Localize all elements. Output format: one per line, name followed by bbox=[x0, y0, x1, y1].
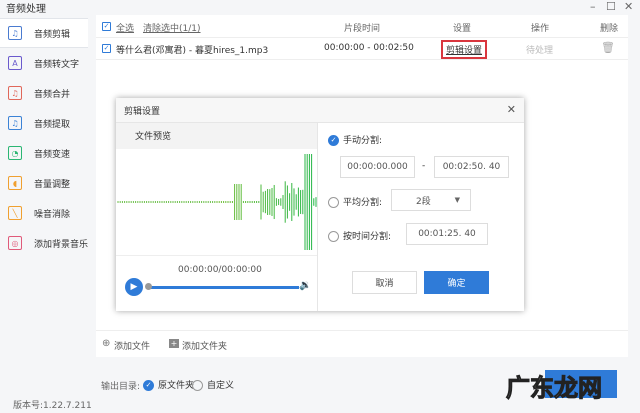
folder-plus-icon: + bbox=[169, 339, 179, 348]
player-controls: 00:00:00/00:00:00 ▶ 🔉 bbox=[116, 255, 317, 311]
segment-time: 00:00:00 - 00:02:50 bbox=[324, 43, 414, 53]
average-split-option[interactable]: 平均分割: bbox=[328, 195, 382, 208]
maximize-button[interactable]: ☐ bbox=[606, 0, 616, 13]
clip-settings-link[interactable]: 剪辑设置 bbox=[441, 40, 487, 59]
sidebar-icon: ♫ bbox=[8, 26, 22, 40]
sidebar-item-label: 音频转文字 bbox=[34, 57, 79, 70]
sidebar-item-label: 音频变速 bbox=[34, 147, 70, 160]
sidebar-item-3[interactable]: ♫ 音频提取 bbox=[0, 108, 88, 138]
sidebar-icon: ◔ bbox=[8, 146, 22, 160]
option-label: 平均分割: bbox=[343, 198, 382, 208]
file-name: 等什么君(邓寓君) - 暮夏hires_1.mp3 bbox=[116, 43, 268, 56]
preview-pane: 文件预览 00:00:00/00:00:00 ▶ 🔉 bbox=[116, 123, 318, 311]
sidebar-icon: ♫ bbox=[8, 116, 22, 130]
time-split-option[interactable]: 按时间分割: bbox=[328, 229, 391, 242]
sidebar-icon: ◎ bbox=[8, 236, 22, 250]
window-title: 音频处理 bbox=[6, 0, 46, 15]
interval-input[interactable]: 00:01:25. 40 bbox=[406, 223, 488, 245]
row-checkbox[interactable]: ✓ bbox=[102, 44, 111, 53]
cancel-button[interactable]: 取消 bbox=[352, 271, 417, 294]
sidebar-icon: ╲ bbox=[8, 206, 22, 220]
segments-select[interactable]: 2段 ▼ bbox=[391, 189, 471, 211]
clear-selection-link[interactable]: 清除选中(1/1) bbox=[143, 21, 201, 34]
col-action: 操作 bbox=[531, 21, 549, 34]
range-dash: - bbox=[422, 161, 425, 171]
option-label: 按时间分割: bbox=[343, 232, 391, 242]
sidebar-item-1[interactable]: A 音频转文字 bbox=[0, 48, 88, 78]
sidebar-item-label: 音频合并 bbox=[34, 87, 70, 100]
sidebar-item-6[interactable]: ╲ 噪音消除 bbox=[0, 198, 88, 228]
sidebar-item-7[interactable]: ◎ 添加背景音乐 bbox=[0, 228, 88, 258]
sidebar-icon: ◖ bbox=[8, 176, 22, 190]
trash-icon[interactable]: 🗑 bbox=[601, 41, 615, 54]
add-bar: ⊕ 添加文件 + 添加文件夹 bbox=[96, 330, 628, 357]
output-custom-option[interactable]: 自定义 bbox=[192, 378, 234, 391]
col-time: 片段时间 bbox=[344, 21, 380, 34]
select-all-link[interactable]: 全选 bbox=[116, 21, 134, 34]
sidebar-item-label: 音频剪辑 bbox=[34, 27, 70, 40]
sidebar-icon: A bbox=[8, 56, 22, 70]
waveform bbox=[116, 149, 318, 255]
sidebar-item-5[interactable]: ◖ 音量调整 bbox=[0, 168, 88, 198]
add-folder-button[interactable]: 添加文件夹 bbox=[182, 339, 227, 352]
add-file-button[interactable]: 添加文件 bbox=[114, 339, 150, 352]
sidebar-item-0[interactable]: ♫ 音频剪辑 bbox=[0, 18, 88, 48]
end-time-input[interactable]: 00:02:50. 40 bbox=[434, 156, 509, 178]
close-button[interactable]: ✕ bbox=[624, 0, 633, 13]
sidebar-item-label: 噪音消除 bbox=[34, 207, 70, 220]
manual-split-option[interactable]: ✓ 手动分割: bbox=[328, 133, 382, 146]
volume-icon[interactable]: 🔉 bbox=[299, 280, 311, 291]
sidebar-item-label: 音量调整 bbox=[34, 177, 70, 190]
option-label: 原文件夹 bbox=[158, 381, 194, 391]
minimize-button[interactable]: – bbox=[590, 0, 596, 13]
chevron-down-icon: ▼ bbox=[455, 196, 460, 204]
selected-value: 2段 bbox=[416, 194, 431, 207]
output-original-option[interactable]: ✓ 原文件夹 bbox=[143, 378, 194, 391]
status-text: 待处理 bbox=[526, 43, 553, 56]
plus-circle-icon: ⊕ bbox=[102, 338, 110, 349]
output-label: 输出目录: bbox=[101, 379, 140, 392]
col-delete: 删除 bbox=[600, 21, 618, 34]
sidebar-item-label: 添加背景音乐 bbox=[34, 237, 88, 250]
playback-time: 00:00:00/00:00:00 bbox=[178, 265, 262, 275]
sidebar-item-2[interactable]: ♫ 音频合并 bbox=[0, 78, 88, 108]
clip-settings-dialog: 剪辑设置 ✕ 文件预览 00:00:00/00:00:00 ▶ 🔉 ✓ 手动分割:… bbox=[116, 98, 524, 311]
table-header: ✓ 全选 清除选中(1/1) 片段时间 设置 操作 删除 bbox=[96, 15, 628, 38]
slider-handle[interactable] bbox=[145, 283, 152, 290]
table-row: ✓ 等什么君(邓寓君) - 暮夏hires_1.mp3 00:00:00 - 0… bbox=[96, 38, 628, 60]
play-button[interactable]: ▶ bbox=[125, 278, 143, 296]
col-settings: 设置 bbox=[453, 21, 471, 34]
dialog-close-button[interactable]: ✕ bbox=[507, 103, 516, 116]
select-all-checkbox[interactable]: ✓ bbox=[102, 22, 111, 31]
sidebar-icon: ♫ bbox=[8, 86, 22, 100]
sidebar-item-label: 音频提取 bbox=[34, 117, 70, 130]
preview-header: 文件预览 bbox=[116, 123, 317, 149]
option-label: 手动分割: bbox=[343, 136, 382, 146]
option-label: 自定义 bbox=[207, 381, 234, 391]
confirm-button[interactable]: 确定 bbox=[424, 271, 489, 294]
sidebar-item-4[interactable]: ◔ 音频变速 bbox=[0, 138, 88, 168]
version-text: 版本号:1.22.7.211 bbox=[13, 398, 92, 411]
start-time-input[interactable]: 00:00:00.000 bbox=[340, 156, 415, 178]
dialog-titlebar: 剪辑设置 ✕ bbox=[116, 98, 524, 123]
dialog-title: 剪辑设置 bbox=[124, 107, 160, 117]
progress-slider[interactable] bbox=[147, 286, 299, 289]
watermark: 广东龙网 bbox=[506, 368, 602, 403]
